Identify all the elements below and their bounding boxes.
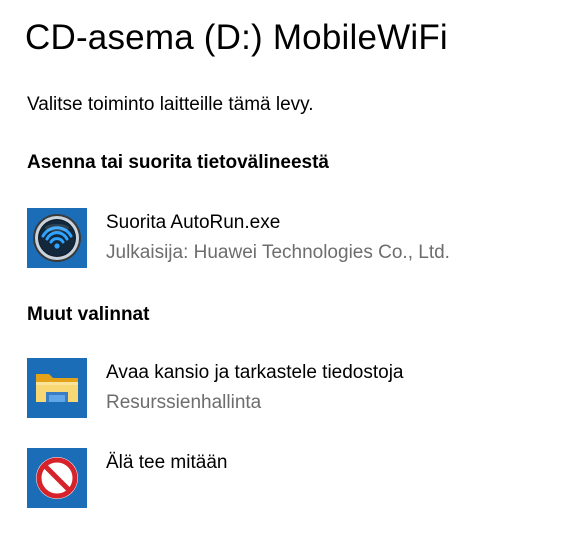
section-heading-other: Muut valinnat <box>27 304 150 325</box>
dialog-prompt: Valitse toiminto laitteille tämä levy. <box>27 94 314 115</box>
wifi-autorun-icon <box>27 208 87 268</box>
dialog-title: CD-asema (D:) MobileWiFi <box>25 18 448 57</box>
option-handler: Resurssienhallinta <box>106 392 262 413</box>
option-open-folder[interactable]: Avaa kansio ja tarkastele tiedostoja Res… <box>27 358 547 420</box>
option-take-no-action[interactable]: Älä tee mitään <box>27 448 547 510</box>
option-publisher: Julkaisija: Huawei Technologies Co., Ltd… <box>106 242 450 263</box>
option-run-autorun[interactable]: Suorita AutoRun.exe Julkaisija: Huawei T… <box>27 208 547 270</box>
option-label: Avaa kansio ja tarkastele tiedostoja <box>106 362 404 383</box>
option-label: Älä tee mitään <box>106 452 228 473</box>
no-action-icon <box>27 448 87 508</box>
folder-icon <box>27 358 87 418</box>
option-label: Suorita AutoRun.exe <box>106 212 281 233</box>
section-heading-install: Asenna tai suorita tietovälineestä <box>27 152 329 173</box>
